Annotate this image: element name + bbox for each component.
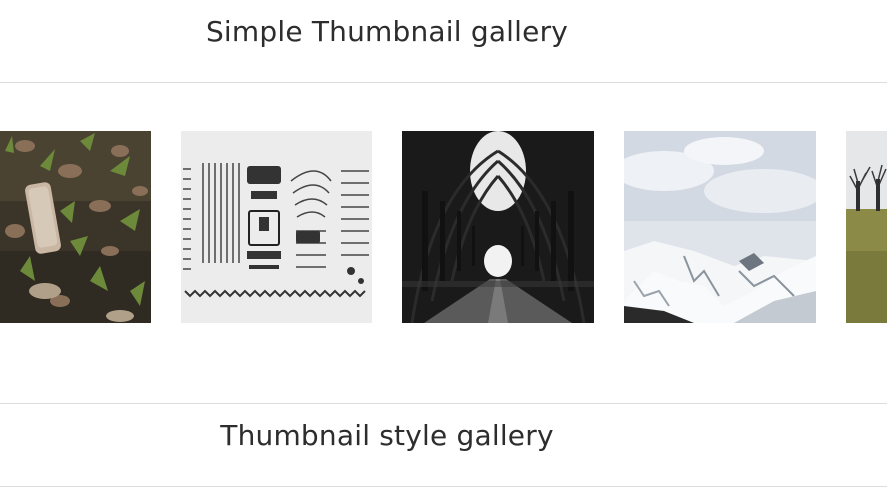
divider: [0, 403, 887, 404]
tree-tunnel-photo: [402, 131, 594, 323]
thumbnail-typewriter[interactable]: [181, 131, 372, 323]
thumbnail-tree-tunnel[interactable]: [402, 131, 594, 323]
divider: [0, 82, 887, 83]
gallery-page: Simple Thumbnail gallery Thumbnail style…: [0, 0, 887, 501]
thumbnail-trees-field[interactable]: [846, 131, 887, 323]
thumbnail-leaves[interactable]: [0, 131, 151, 323]
trees-field-photo: [846, 131, 887, 323]
simple-gallery-title: Simple Thumbnail gallery: [205, 15, 569, 48]
mountains-photo: [624, 131, 816, 323]
thumbnail-style-gallery-title: Thumbnail style gallery: [220, 419, 554, 452]
thumbnail-strip: [0, 131, 887, 323]
typewriter-photo: [181, 131, 372, 323]
divider: [0, 486, 887, 487]
leaves-photo: [0, 131, 151, 323]
thumbnail-mountains[interactable]: [624, 131, 816, 323]
